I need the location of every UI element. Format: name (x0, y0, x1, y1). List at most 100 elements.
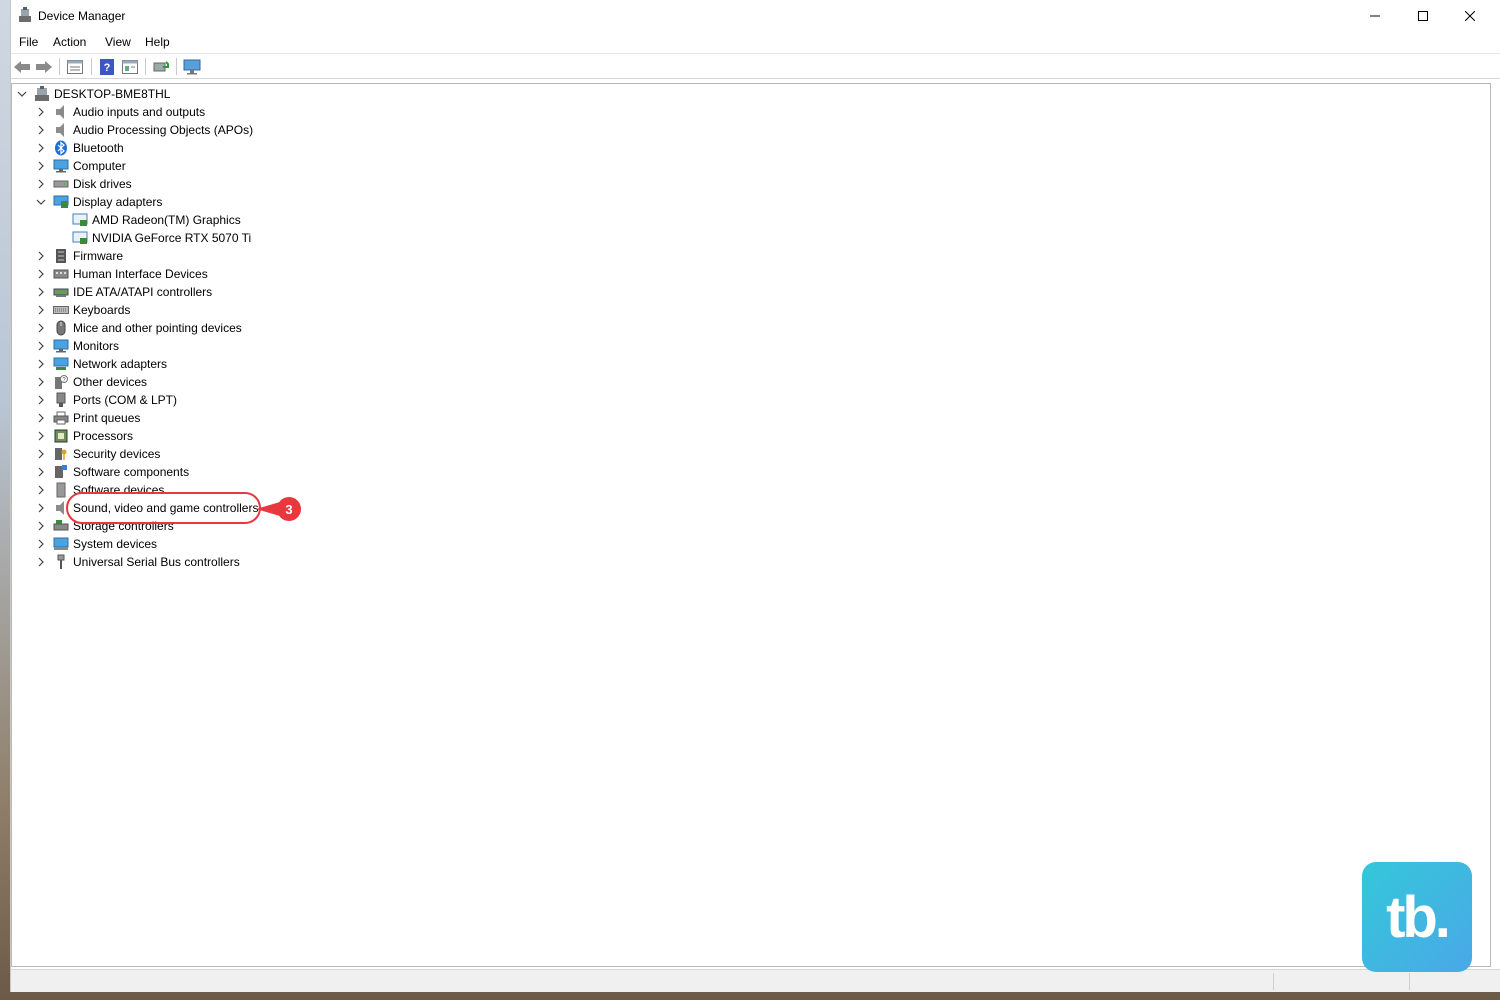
help-button[interactable]: ? (97, 57, 117, 76)
tree-root-computer[interactable]: DESKTOP-BME8THL (16, 85, 170, 103)
tree-category-item[interactable]: Security devices (35, 445, 160, 463)
expand-chevron-icon[interactable] (35, 304, 47, 316)
collapse-chevron-icon[interactable] (35, 196, 47, 208)
expand-chevron-icon[interactable] (35, 520, 47, 532)
tree-item-label: Print queues (73, 411, 141, 425)
tree-category-item[interactable]: ? Other devices (35, 373, 147, 391)
expand-chevron-icon[interactable] (35, 502, 47, 514)
desktop-icon (34, 86, 50, 102)
toolbar-separator (176, 58, 177, 75)
menu-help[interactable]: Help (145, 35, 170, 49)
speaker-icon (53, 122, 69, 138)
tree-category-item[interactable]: Audio inputs and outputs (35, 103, 205, 121)
tree-category-item[interactable]: Storage controllers (35, 517, 174, 535)
bluetooth-icon (53, 140, 69, 156)
expand-chevron-icon[interactable] (35, 322, 47, 334)
maximize-button[interactable] (1400, 0, 1446, 31)
tree-category-item[interactable]: Network adapters (35, 355, 167, 373)
tree-category-item[interactable]: Ports (COM & LPT) (35, 391, 177, 409)
tree-item-label: Keyboards (73, 303, 131, 317)
monitor-icon (53, 338, 69, 354)
tree-category-item[interactable]: Audio Processing Objects (APOs) (35, 121, 253, 139)
tree-item-label: DESKTOP-BME8THL (54, 87, 171, 101)
expand-chevron-icon[interactable] (35, 484, 47, 496)
tree-category-item[interactable]: Print queues (35, 409, 140, 427)
speaker-icon (53, 104, 69, 120)
toolbar: ? (11, 53, 1500, 79)
menu-action[interactable]: Action (53, 35, 86, 49)
expand-chevron-icon[interactable] (35, 358, 47, 370)
minimize-button[interactable] (1352, 0, 1398, 31)
gpu-icon (72, 212, 88, 228)
tree-category-item[interactable]: Disk drives (35, 175, 132, 193)
tree-item-label: Human Interface Devices (73, 267, 208, 281)
expand-chevron-icon[interactable] (35, 142, 47, 154)
display-adapter-icon (53, 194, 69, 210)
update-driver-icon (153, 60, 169, 71)
device-manager-window: Device Manager File Action View Help ? D… (10, 0, 1500, 992)
properties-button[interactable] (65, 57, 85, 76)
tree-category-item[interactable]: Keyboards (35, 301, 130, 319)
show-hidden-button[interactable] (120, 57, 140, 76)
device-tree[interactable]: DESKTOP-BME8THL Audio inputs and outputs A… (11, 83, 1491, 967)
tree-category-item[interactable]: Software devices (35, 481, 164, 499)
menu-file[interactable]: File (19, 35, 38, 49)
tree-item-label: Display adapters (73, 195, 163, 209)
tree-item-label: IDE ATA/ATAPI controllers (73, 285, 213, 299)
tree-category-item[interactable]: Sound, video and game controllers (35, 499, 258, 517)
tree-child-item[interactable]: NVIDIA GeForce RTX 5070 Ti (54, 229, 251, 247)
update-driver-button[interactable] (151, 57, 171, 76)
tree-category-item[interactable]: System devices (35, 535, 157, 553)
expand-chevron-icon[interactable] (35, 466, 47, 478)
tree-category-item[interactable]: Computer (35, 157, 126, 175)
title-bar[interactable]: Device Manager (11, 0, 1500, 31)
tree-item-label: Mice and other pointing devices (73, 321, 242, 335)
tree-category-item[interactable]: Human Interface Devices (35, 265, 208, 283)
expand-chevron-icon[interactable] (35, 160, 47, 172)
tree-category-item[interactable]: Mice and other pointing devices (35, 319, 242, 337)
tree-category-item[interactable]: Display adapters (35, 193, 162, 211)
expand-chevron-icon[interactable] (35, 538, 47, 550)
tree-category-item[interactable]: Bluetooth (35, 139, 124, 157)
expand-chevron-icon[interactable] (35, 250, 47, 262)
annotation-step-badge: 3 (277, 497, 301, 521)
tree-category-item[interactable]: Monitors (35, 337, 119, 355)
tree-item-label: Audio inputs and outputs (73, 105, 206, 119)
tree-item-label: Firmware (73, 249, 123, 263)
back-icon (14, 60, 30, 73)
tree-category-item[interactable]: Universal Serial Bus controllers (35, 553, 240, 571)
forward-button[interactable] (34, 57, 54, 76)
usb-icon (53, 554, 69, 570)
expand-chevron-icon[interactable] (35, 286, 47, 298)
expand-chevron-icon[interactable] (35, 268, 47, 280)
device-manager-app-icon (18, 7, 32, 23)
tree-category-item[interactable]: Firmware (35, 247, 123, 265)
expand-chevron-icon[interactable] (35, 430, 47, 442)
close-button[interactable] (1447, 0, 1493, 31)
speaker-icon (53, 500, 69, 516)
expand-chevron-icon[interactable] (35, 448, 47, 460)
expand-chevron-icon[interactable] (35, 106, 47, 118)
tree-category-item[interactable]: Processors (35, 427, 133, 445)
menu-view[interactable]: View (105, 35, 131, 49)
toolbar-separator (91, 58, 92, 75)
collapse-chevron-icon[interactable] (16, 88, 28, 100)
expand-chevron-icon[interactable] (35, 124, 47, 136)
tree-category-item[interactable]: Software components (35, 463, 189, 481)
expand-chevron-icon[interactable] (35, 556, 47, 568)
back-button[interactable] (12, 57, 32, 76)
expand-chevron-icon[interactable] (35, 412, 47, 424)
expand-chevron-icon[interactable] (35, 178, 47, 190)
expand-chevron-icon[interactable] (35, 394, 47, 406)
keyboard-icon (53, 302, 69, 318)
expand-chevron-icon[interactable] (35, 340, 47, 352)
scan-hardware-button[interactable] (182, 57, 202, 76)
hid-icon (53, 266, 69, 282)
expand-chevron-icon[interactable] (35, 376, 47, 388)
tree-category-item[interactable]: IDE ATA/ATAPI controllers (35, 283, 212, 301)
disk-icon (53, 176, 69, 192)
tree-item-label: Monitors (73, 339, 120, 353)
tree-item-label: Storage controllers (73, 519, 174, 533)
tree-child-item[interactable]: AMD Radeon(TM) Graphics (54, 211, 241, 229)
